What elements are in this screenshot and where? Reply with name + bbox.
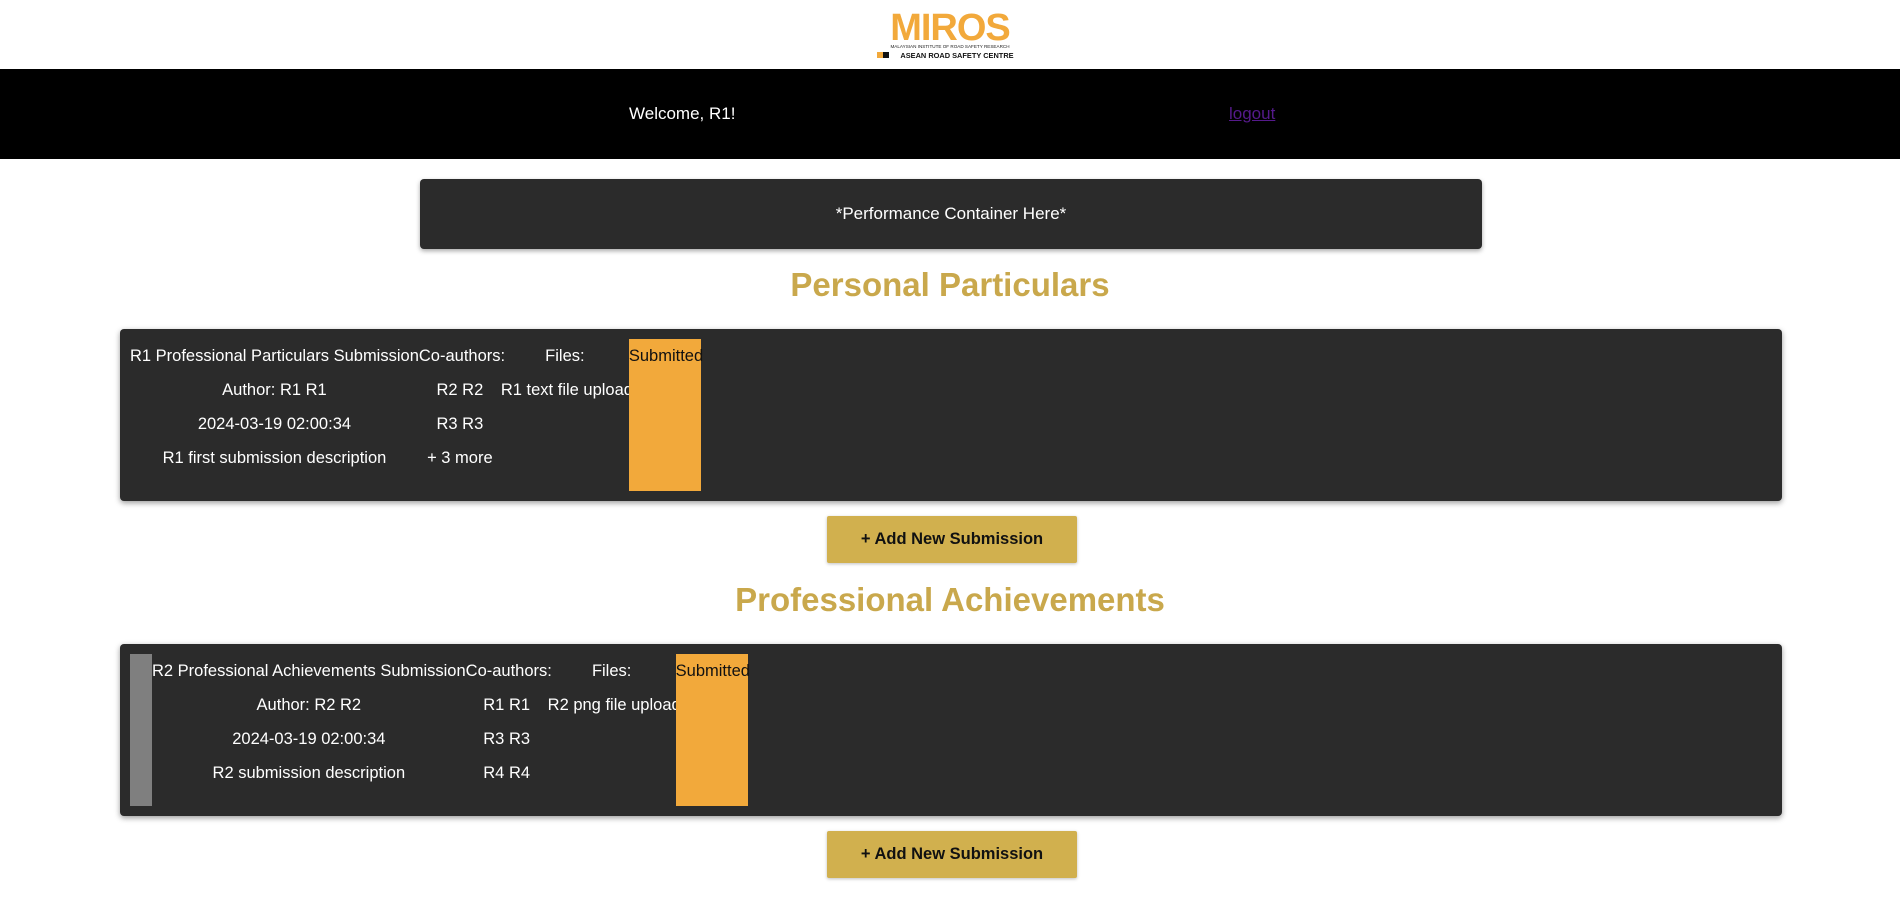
miros-logo: MIROS MALAYSIAN INSTITUTE OF ROAD SAFETY… (877, 8, 1014, 60)
submission-card[interactable]: R2 Professional Achievements Submission … (120, 644, 1782, 816)
status-label: Submitted (675, 662, 750, 680)
top-navbar: Welcome, R1! logout (0, 69, 1900, 159)
coauthor-item: R2 R2 (436, 381, 484, 399)
coauthors-label: Co-authors: (465, 662, 552, 680)
logo-square-black (883, 52, 889, 58)
logout-link[interactable]: logout (1229, 104, 1275, 124)
logo-line2: ASEAN ROAD SAFETY CENTRE (900, 51, 1013, 60)
welcome-text: Welcome, R1! (629, 104, 736, 123)
coauthors-label: Co-authors: (418, 347, 506, 365)
add-new-submission-button[interactable]: + Add New Submission (827, 516, 1077, 563)
performance-placeholder: *Performance Container Here* (835, 204, 1067, 223)
section-title-professional-achievements: Professional Achievements (735, 581, 1165, 618)
submission-date: 2024-03-19 02:00:34 (197, 415, 352, 433)
coauthors-column: Co-authors: R2 R2 R3 R3 + 3 more (418, 339, 506, 491)
files-label: Files: (591, 662, 632, 680)
logo-line1: MALAYSIAN INSTITUTE OF ROAD SAFETY RESEA… (890, 44, 1009, 49)
coauthor-item: R4 R4 (483, 764, 531, 782)
submission-card[interactable]: R1 Professional Particulars Submission A… (120, 329, 1782, 501)
files-column: Files: R2 png file upload (548, 654, 681, 806)
coauthors-column: Co-authors: R1 R1 R3 R3 R4 R4 (465, 654, 552, 806)
logo-bar: MIROS MALAYSIAN INSTITUTE OF ROAD SAFETY… (0, 0, 1900, 69)
submission-title: R1 Professional Particulars Submission (130, 347, 419, 365)
file-link[interactable]: R2 png file upload (548, 688, 681, 722)
section-title-personal-particulars: Personal Particulars (790, 266, 1110, 303)
submission-description: R2 submission description (212, 764, 406, 782)
selection-stripe (130, 654, 152, 806)
submission-date: 2024-03-19 02:00:34 (232, 730, 386, 748)
coauthor-item: R3 R3 (436, 415, 484, 433)
status-badge: Submitted (628, 339, 704, 491)
performance-container: *Performance Container Here* (420, 179, 1482, 249)
submission-info-column: R2 Professional Achievements Submission … (152, 654, 466, 806)
files-column: Files: R1 text file upload (501, 339, 633, 491)
status-badge: Submitted (675, 654, 750, 806)
submission-description: R1 first submission description (162, 449, 387, 467)
coauthors-more[interactable]: + 3 more (419, 441, 501, 475)
logo-brand: MIROS (890, 8, 1010, 49)
file-link[interactable]: R1 text file upload (501, 373, 633, 407)
status-label: Submitted (628, 347, 704, 365)
submission-author: Author: R1 R1 (222, 381, 327, 399)
submission-info-column: R1 Professional Particulars Submission A… (130, 339, 419, 491)
logo-square-yellow (877, 52, 883, 58)
submission-author: Author: R2 R2 (256, 696, 362, 714)
add-new-submission-button[interactable]: + Add New Submission (827, 831, 1077, 878)
coauthor-item: R1 R1 (483, 696, 531, 714)
submission-title: R2 Professional Achievements Submission (152, 662, 466, 680)
coauthor-item: R3 R3 (483, 730, 531, 748)
files-label: Files: (545, 347, 585, 365)
